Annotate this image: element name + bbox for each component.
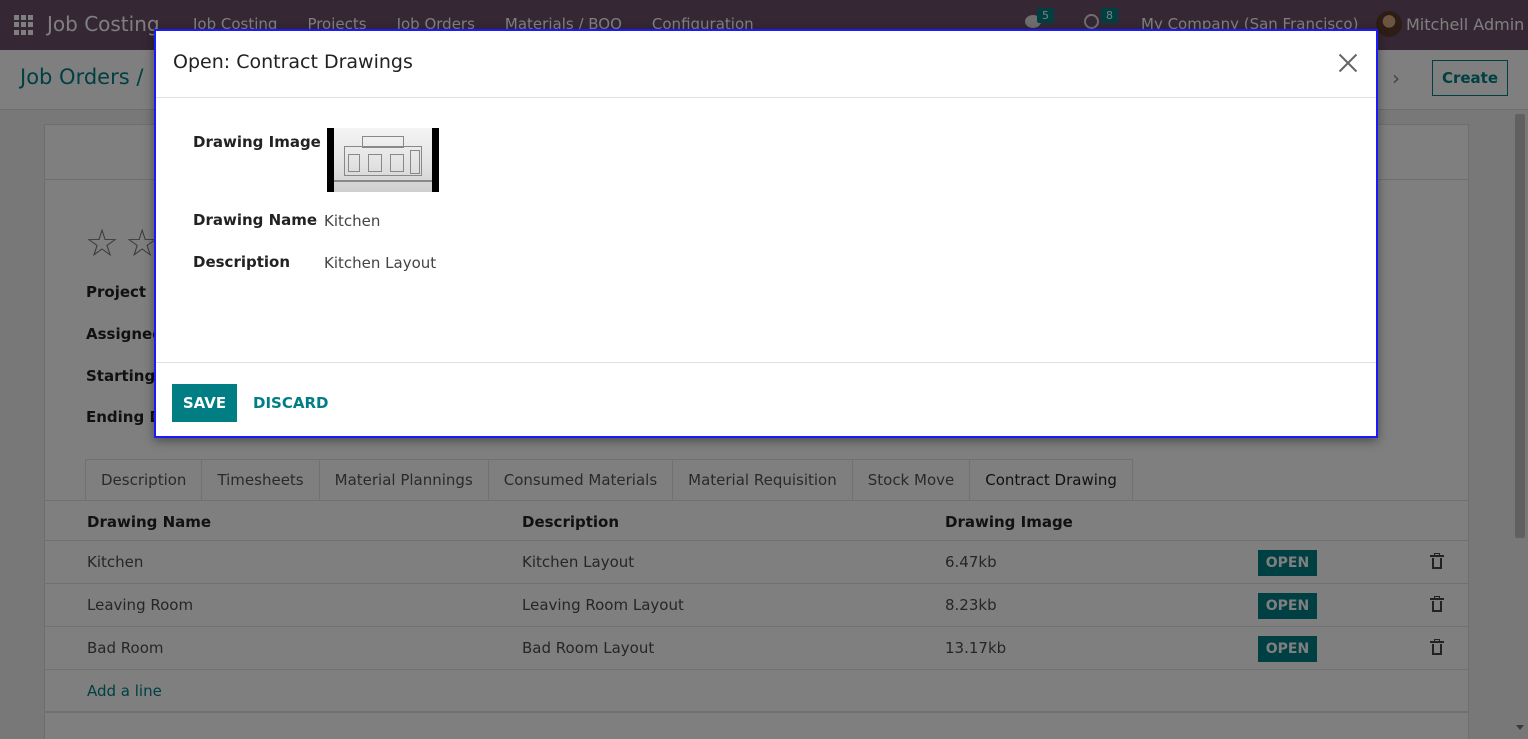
description-value[interactable]: Kitchen Layout — [324, 254, 436, 272]
drawing-image-thumbnail[interactable] — [327, 128, 439, 192]
drawing-name-label: Drawing Name — [193, 211, 318, 229]
description-label: Description — [193, 253, 291, 271]
discard-button[interactable]: DISCARD — [253, 394, 328, 412]
save-button[interactable]: SAVE — [172, 384, 237, 422]
dialog-header: Open: Contract Drawings — [156, 31, 1376, 98]
drawing-name-value[interactable]: Kitchen — [324, 212, 380, 230]
kitchen-sketch-image — [334, 128, 432, 192]
dialog-footer: SAVE DISCARD — [156, 362, 1376, 438]
contract-drawing-dialog: Open: Contract Drawings Drawing Image Dr… — [154, 29, 1378, 438]
drawing-image-label: Drawing Image — [193, 133, 321, 151]
close-icon[interactable] — [1337, 52, 1359, 74]
dialog-title: Open: Contract Drawings — [173, 51, 413, 73]
